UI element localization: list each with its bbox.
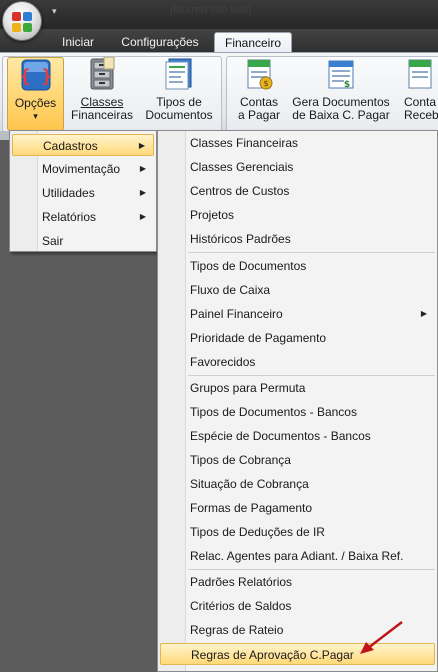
opcoes-dropdown-icon: ▾ [33,111,38,121]
menu-separator [188,375,435,376]
file-cabinet-icon [86,56,118,91]
quick-access-dropdown-icon[interactable]: ▾ [52,6,57,17]
menu-item-movimentacao[interactable]: Movimentação ▶ [12,158,154,180]
menu-item-padroes-relatorios[interactable]: Padrões Relatórios [160,571,435,593]
opcoes-label: Opções [14,96,57,110]
menu-item-tipos-de-documentos[interactable]: Tipos de Documentos [160,255,435,277]
menu-separator [188,252,435,253]
svg-text:$: $ [344,80,350,90]
menu-item-cadastros[interactable]: Cadastros ▶ [12,134,154,156]
documents-icon [163,57,195,91]
contas-a-pagar-button[interactable]: $ Contas a Pagar [232,57,286,131]
classes-financeiras-label-2: Financeiras [70,108,134,122]
tab-configuracoes[interactable]: Configurações [112,32,208,53]
tipos-documentos-label-2: Documentos [145,108,213,122]
contas-a-pagar-label-2: a Pagar [237,108,281,122]
menu-item-painel-financeiro[interactable]: Painel Financeiro ▶ [160,303,435,325]
submenu-arrow-icon: ▶ [139,164,146,173]
menu-item-formas-de-pagamento[interactable]: Formas de Pagamento [160,497,435,519]
menu-item-classes-gerenciais[interactable]: Classes Gerenciais [160,156,435,178]
contas-a-receber-button[interactable]: Conta Receb [400,57,438,131]
menu-item-prioridade-de-pagamento[interactable]: Prioridade de Pagamento [160,327,435,349]
gera-documentos-baixa-button[interactable]: $ Gera Documentos de Baixa C. Pagar [290,57,392,131]
svg-text:$: $ [263,79,268,88]
menu-separator [188,569,435,570]
classes-financeiras-button[interactable]: Classes Financeiras [68,56,136,131]
menu-item-tipos-documentos-bancos[interactable]: Tipos de Documentos - Bancos [160,401,435,423]
menu-item-sair[interactable]: Sair [12,230,154,252]
tab-iniciar[interactable]: Iniciar [50,32,106,53]
menu-item-classes-financeiras[interactable]: Classes Financeiras [160,132,435,154]
payment-document-icon: $ [325,57,357,91]
braces-icon: { } [19,58,52,92]
bill-payable-icon: $ [243,57,275,91]
menu-item-historicos-padroes[interactable]: Históricos Padrões [160,228,435,250]
submenu-arrow-icon: ▶ [139,188,146,197]
menu-item-projetos[interactable]: Projetos [160,204,435,226]
gera-documentos-label-2: de Baixa C. Pagar [292,108,390,122]
submenu-arrow-icon: ▶ [139,212,146,221]
menu-item-utilidades[interactable]: Utilidades ▶ [12,182,154,204]
contas-a-receber-label-2: Receb [404,108,438,122]
menu-item-relatorios[interactable]: Relatórios ▶ [12,206,154,228]
submenu-arrow-icon: ▶ [420,309,427,318]
ribbon-tab-bar: Iniciar Configurações Financeiro [0,29,438,53]
menu-item-fluxo-de-caixa[interactable]: Fluxo de Caixa [160,279,435,301]
menu-item-tipos-deducoes-ir[interactable]: Tipos de Deduções de IR [160,521,435,543]
tab-financeiro[interactable]: Financeiro [214,32,292,53]
window-title-blurred: [blurred title text] [170,4,252,16]
submenu-arrow-icon: ▶ [138,141,145,150]
opcoes-menu: Cadastros ▶ Movimentação ▶ Utilidades ▶ … [9,130,157,252]
title-bar: ▾ [blurred title text] [0,0,438,30]
menu-item-especie-documentos-bancos[interactable]: Espécie de Documentos - Bancos [160,425,435,447]
app-logo-icon [12,12,21,21]
annotation-arrow-icon [360,621,403,654]
menu-item-centros-de-custos[interactable]: Centros de Custos [160,180,435,202]
opcoes-button[interactable]: { } Opções ▾ [7,57,64,131]
ribbon-panel: { } Opções ▾ Classes Financeiras Tipos d… [0,52,438,137]
menu-item-relac-agentes[interactable]: Relac. Agentes para Adiant. / Baixa Ref. [160,545,435,567]
svg-text:{ }: { } [20,66,52,87]
menu-item-tipos-de-cobranca[interactable]: Tipos de Cobrança [160,449,435,471]
application-menu-button[interactable] [2,1,42,41]
menu-item-grupos-para-permuta[interactable]: Grupos para Permuta [160,377,435,399]
menu-item-situacao-de-cobranca[interactable]: Situação de Cobrança [160,473,435,495]
menu-item-favorecidos[interactable]: Favorecidos [160,351,435,373]
cadastros-submenu: Classes Financeiras Classes Gerenciais C… [157,130,438,672]
menu-item-criterios-de-saldos[interactable]: Critérios de Saldos [160,595,435,617]
bill-receivable-icon [404,57,436,91]
tipos-documentos-button[interactable]: Tipos de Documentos [142,57,216,131]
